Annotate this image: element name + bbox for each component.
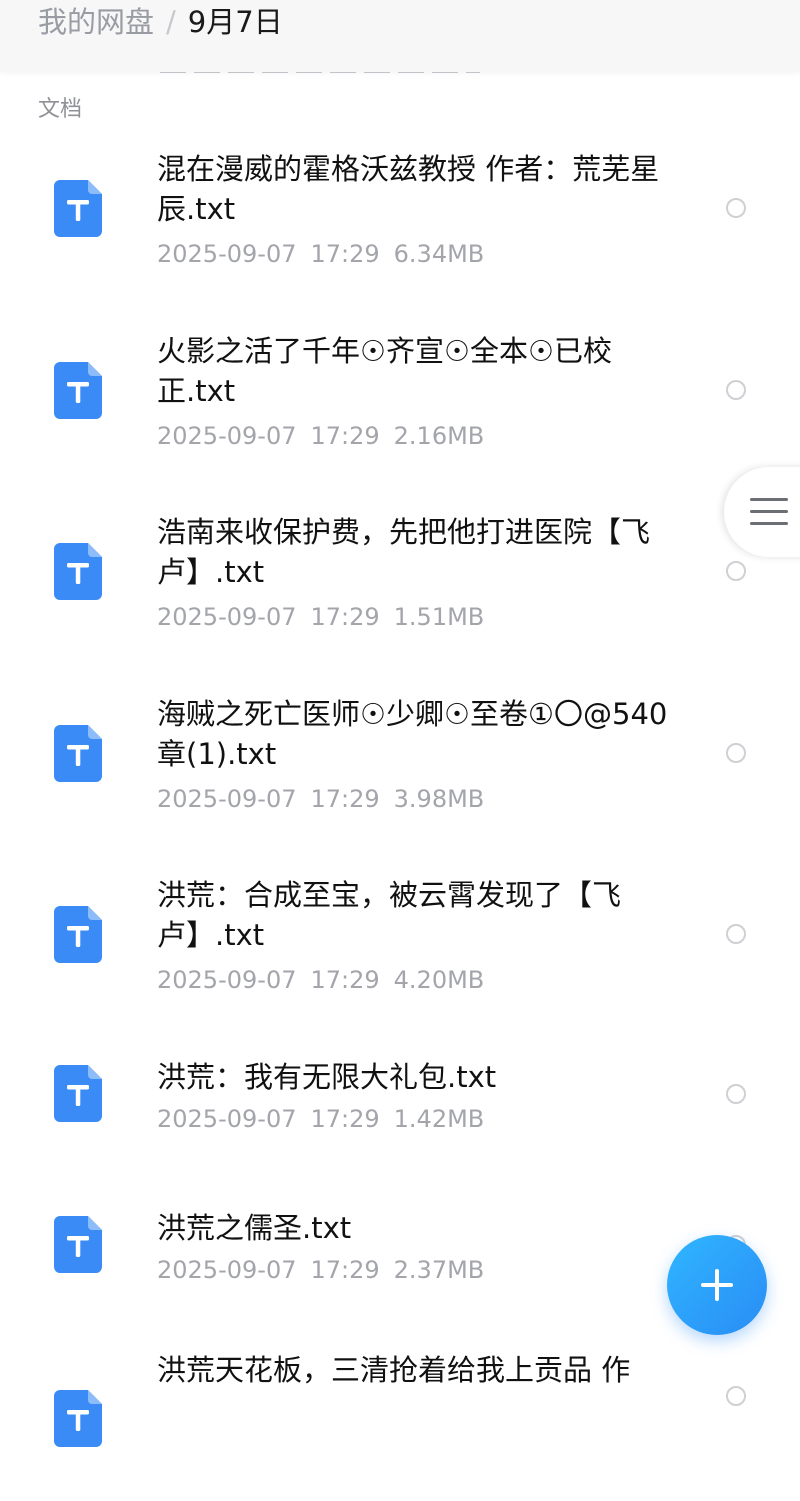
file-time: 17:29 <box>310 1105 380 1133</box>
breadcrumb: 我的网盘 / 9月7日 <box>38 2 283 42</box>
file-name: 洪荒天花板，三清抢着给我上贡品 作 <box>157 1353 631 1387</box>
file-size: 1.51MB <box>393 603 485 631</box>
file-row[interactable]: 洪荒：我有无限大礼包.txt 2025-09-07 17:29 1.42MB <box>0 1048 800 1199</box>
file-date: 2025-09-07 <box>157 603 297 631</box>
select-radio[interactable] <box>726 1386 746 1406</box>
select-radio[interactable] <box>726 561 746 581</box>
file-row[interactable]: 浩南来收保护费，先把他打进医院【飞卢】.txt 2025-09-07 17:29 1.… <box>0 503 800 654</box>
plus-icon <box>701 1269 733 1301</box>
breadcrumb-root-link[interactable]: 我的网盘 <box>38 5 154 39</box>
file-meta: 2025-09-07 17:29 4.20MB <box>157 966 498 994</box>
txt-file-icon <box>54 724 102 782</box>
file-name: 火影之活了千年☉齐宣☉全本☉已校正.txt <box>157 333 612 408</box>
file-row[interactable]: 混在漫威的霍格沃兹教授 作者：荒芜星辰.txt 2025-09-07 17:29 6.… <box>0 140 800 291</box>
file-size: 6.34MB <box>393 240 485 268</box>
txt-file-icon <box>54 906 102 963</box>
file-meta: 2025-09-07 17:29 2.37MB <box>157 1256 498 1284</box>
txt-file-icon <box>54 180 102 237</box>
select-radio[interactable] <box>726 198 746 218</box>
file-meta: 2025-09-07 17:29 1.51MB <box>157 603 498 631</box>
menu-icon <box>750 498 788 534</box>
file-time: 17:29 <box>310 240 380 268</box>
file-row[interactable]: 海贼之死亡医师☉少卿☉至卷①〇@540章(1).txt 2025-09-07 17:… <box>0 685 800 836</box>
file-time: 17:29 <box>310 603 380 631</box>
file-name: 洪荒：合成至宝，被云霄发现了【飞卢】.txt <box>157 878 622 952</box>
file-meta: 2025-09-07 17:29 1.42MB <box>157 1105 498 1133</box>
txt-file-icon <box>54 1065 102 1122</box>
file-name: 混在漫威的霍格沃兹教授 作者：荒芜星辰.txt <box>157 152 660 226</box>
file-row[interactable]: 火影之活了千年☉齐宣☉全本☉已校正.txt 2025-09-07 17:29 2.16… <box>0 322 800 473</box>
file-meta: 2025-09-07 17:29 2.16MB <box>157 422 498 450</box>
txt-file-icon <box>54 361 102 419</box>
file-size: 3.98MB <box>393 784 485 813</box>
breadcrumb-current: 9月7日 <box>187 5 283 39</box>
file-date: 2025-09-07 <box>157 966 297 994</box>
file-name: 洪荒之儒圣.txt <box>157 1211 352 1245</box>
file-size: 4.20MB <box>393 966 485 994</box>
file-time: 17:29 <box>310 784 380 813</box>
file-date: 2025-09-07 <box>157 240 297 268</box>
txt-file-icon <box>54 1390 102 1447</box>
file-meta: 2025-09-07 17:29 6.34MB <box>157 240 498 268</box>
file-name: 海贼之死亡医师☉少卿☉至卷①〇@540章(1).txt <box>157 696 668 771</box>
file-date: 2025-09-07 <box>157 1256 297 1284</box>
file-row[interactable]: 洪荒：合成至宝，被云霄发现了【飞卢】.txt 2025-09-07 17:29 4.2… <box>0 866 800 1017</box>
file-size: 2.37MB <box>393 1256 485 1284</box>
file-name: 洪荒：我有无限大礼包.txt <box>157 1060 497 1094</box>
file-name: 浩南来收保护费，先把他打进医院【飞卢】.txt <box>157 515 651 589</box>
breadcrumb-separator: / <box>166 5 176 39</box>
file-time: 17:29 <box>310 966 380 994</box>
file-date: 2025-09-07 <box>157 1105 297 1133</box>
file-time: 17:29 <box>310 1256 380 1284</box>
file-date: 2025-09-07 <box>157 784 297 813</box>
select-radio[interactable] <box>726 379 746 400</box>
file-size: 2.16MB <box>393 421 485 450</box>
file-time: 17:29 <box>310 421 380 450</box>
add-button[interactable] <box>667 1235 767 1335</box>
txt-file-icon <box>54 1216 102 1273</box>
file-row[interactable]: 洪荒天花板，三清抢着给我上贡品 作 <box>0 1350 800 1501</box>
file-meta: 2025-09-07 17:29 3.98MB <box>157 785 498 813</box>
select-radio[interactable] <box>726 1084 746 1104</box>
select-radio[interactable] <box>726 742 746 763</box>
file-size: 1.42MB <box>393 1105 485 1133</box>
top-bar: 我的网盘 / 9月7日 <box>0 0 800 72</box>
file-date: 2025-09-07 <box>157 421 297 450</box>
select-radio[interactable] <box>726 924 746 944</box>
txt-file-icon <box>54 543 102 600</box>
section-title: 文档 <box>38 97 83 122</box>
file-meta <box>157 1407 199 1435</box>
